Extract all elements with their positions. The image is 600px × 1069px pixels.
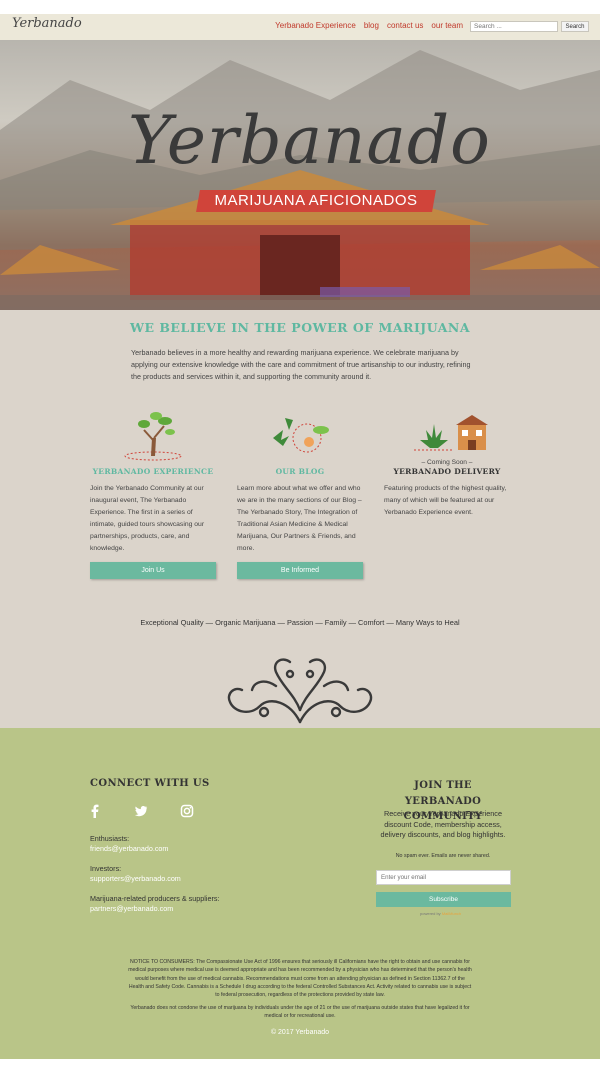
column-title: YERBANADO DELIVERY (393, 467, 501, 476)
contact-email-enthusiasts[interactable]: friends@yerbanado.com (90, 844, 168, 853)
delivery-house-icon (414, 415, 488, 451)
spam-note: No spam ever. Emails are never shared. (395, 853, 491, 859)
consumer-notice: NOTICE TO CONSUMERS: The Compassionate U… (128, 959, 472, 999)
powered-by: powered by MailMunch (420, 911, 462, 916)
hero-banner: Yerbanado MARIJUANA AFICIONADOS (0, 40, 600, 310)
contact-email-partners[interactable]: partners@yerbanado.com (90, 904, 173, 913)
connect-heading: CONNECT WITH US (90, 778, 210, 789)
contact-label-investors: Investors: (90, 864, 122, 873)
search-input[interactable] (470, 21, 558, 32)
tagline: Exceptional Quality — Organic Marijuana … (140, 618, 460, 627)
instagram-icon[interactable] (180, 804, 194, 818)
column-text: Learn more about what we offer and who w… (237, 485, 362, 552)
be-informed-button[interactable]: Be Informed (237, 562, 363, 579)
contact-email-investors[interactable]: supporters@yerbanado.com (90, 874, 181, 883)
join-text: Receive your Yerbanado Experience discou… (380, 809, 506, 839)
nav-item-blog[interactable]: blog (364, 21, 379, 30)
copyright: © 2017 Yerbanado (270, 1029, 330, 1036)
join-us-button[interactable]: Join Us (90, 562, 216, 579)
hero-subtitle: MARIJUANA AFICIONADOS (214, 192, 418, 209)
main-content: WE BELIEVE IN THE POWER OF MARIJUANA Yer… (0, 310, 600, 728)
facebook-icon[interactable] (88, 804, 102, 818)
search-button[interactable]: Search (561, 21, 589, 32)
ornament-flourish (227, 658, 373, 724)
nav-item-team[interactable]: our team (431, 21, 463, 30)
nav-item-experience[interactable]: Yerbanado Experience (275, 21, 356, 30)
tree-icon (124, 412, 182, 461)
column-text: Join the Yerbanado Community at our inau… (90, 485, 205, 552)
hero-title: Yerbanado (128, 102, 491, 179)
coming-soon-label: – Coming Soon – (421, 459, 473, 466)
intro-paragraph: Yerbanado believes in a more healthy and… (131, 348, 471, 381)
subscribe-button[interactable]: Subscribe (376, 892, 511, 907)
page: Yerbanado Yerbanado Experience blog cont… (0, 0, 600, 1069)
age-notice: Yerbanado does not condone the use of ma… (130, 1005, 470, 1020)
contact-label-partners: Marijuana-related producers & suppliers: (90, 894, 220, 903)
column-title: YERBANADO EXPERIENCE (92, 467, 214, 476)
column-text: Featuring products of the highest qualit… (384, 485, 507, 516)
contact-label-enthusiasts: Enthusiasts: (90, 834, 130, 843)
twitter-icon[interactable] (134, 804, 148, 818)
top-bar: Yerbanado Yerbanado Experience blog cont… (0, 14, 600, 40)
main-nav: Yerbanado Experience blog contact us our… (275, 21, 463, 30)
social-links (88, 804, 194, 818)
nav-item-contact[interactable]: contact us (387, 21, 423, 30)
header-logo[interactable]: Yerbanado (12, 16, 82, 31)
footer: CONNECT WITH US Enthusiasts: friends@yer… (0, 728, 600, 1059)
email-field[interactable] (376, 870, 511, 885)
leaves-cycle-icon (273, 418, 329, 453)
section-heading: WE BELIEVE IN THE POWER OF MARIJUANA (129, 320, 471, 335)
column-title: OUR BLOG (275, 467, 325, 476)
